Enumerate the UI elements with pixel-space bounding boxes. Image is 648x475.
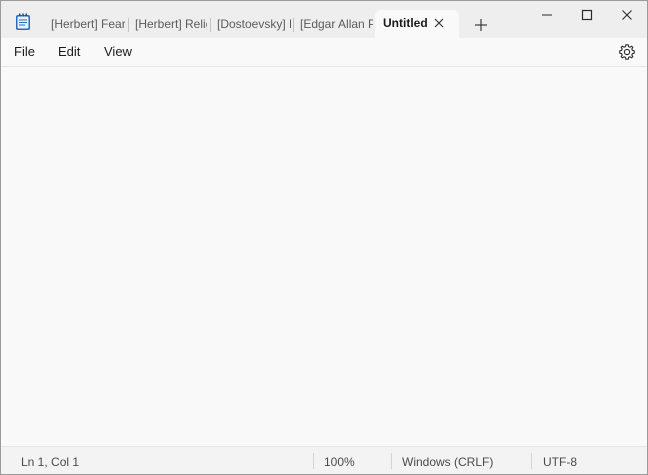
status-bar: Ln 1, Col 1 100% Windows (CRLF) UTF-8	[1, 446, 647, 474]
plus-icon[interactable]	[471, 15, 491, 35]
notepad-window: [Herbert] Fear.t [Herbert] Religi [Dosto…	[0, 0, 648, 475]
close-window-button[interactable]	[607, 1, 647, 29]
tab-label: [Edgar Allan Pc	[300, 17, 373, 31]
title-bar[interactable]: [Herbert] Fear.t [Herbert] Religi [Dosto…	[1, 1, 647, 38]
menu-edit[interactable]: Edit	[58, 44, 80, 59]
notepad-icon	[16, 13, 30, 30]
minimize-button[interactable]	[527, 1, 567, 29]
zoom-level: 100%	[324, 455, 355, 469]
tab-untitled[interactable]: Untitled	[375, 10, 459, 38]
tab-separator	[128, 18, 129, 32]
tab-label: [Herbert] Fear.t	[51, 17, 125, 31]
menu-file[interactable]: File	[14, 44, 35, 59]
close-icon	[622, 10, 632, 20]
line-ending: Windows (CRLF)	[402, 455, 494, 469]
tab-label: Untitled	[383, 16, 428, 30]
tab-herbert-religion[interactable]: [Herbert] Religi	[135, 12, 207, 38]
tab-label: [Dostoevsky] La	[217, 17, 291, 31]
maximize-button[interactable]	[567, 1, 607, 29]
status-separator	[313, 453, 314, 469]
menu-view[interactable]: View	[104, 44, 132, 59]
status-separator	[531, 453, 532, 469]
tab-herbert-fear[interactable]: [Herbert] Fear.t	[51, 12, 125, 38]
tab-separator	[293, 18, 294, 32]
tab-dostoevsky[interactable]: [Dostoevsky] La	[217, 12, 291, 38]
close-icon[interactable]	[433, 17, 445, 29]
tab-separator	[210, 18, 211, 32]
encoding: UTF-8	[543, 455, 577, 469]
minimize-icon	[542, 14, 552, 16]
status-separator	[391, 453, 392, 469]
menu-bar: File Edit View	[1, 38, 647, 67]
tab-label: [Herbert] Religi	[135, 17, 207, 31]
text-editor[interactable]	[1, 67, 647, 446]
gear-icon[interactable]	[618, 43, 636, 61]
tab-edgar-allan-poe[interactable]: [Edgar Allan Pc	[300, 12, 373, 38]
maximize-icon	[581, 9, 593, 21]
cursor-position: Ln 1, Col 1	[21, 455, 80, 469]
